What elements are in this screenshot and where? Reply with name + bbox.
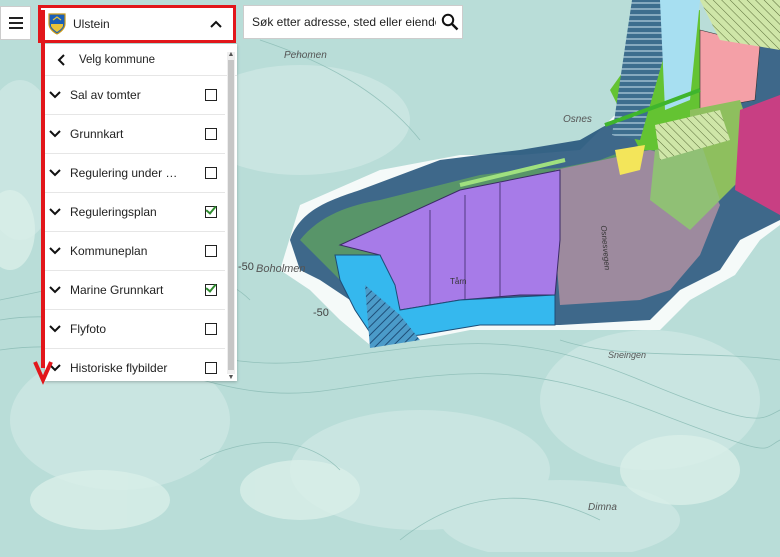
- layer-label: Flyfoto: [70, 322, 107, 336]
- depth-label: -50: [238, 261, 254, 273]
- place-label-osnes: Osnes: [563, 114, 592, 125]
- place-label-pehomen: Pehomen: [284, 50, 327, 61]
- layer-item[interactable]: Grunnkart: [45, 115, 225, 154]
- search-icon[interactable]: [438, 10, 462, 34]
- layer-checkbox[interactable]: [205, 284, 217, 296]
- layer-label: Marine Grunnkart: [70, 283, 164, 297]
- layer-list: Sal av tomter Grunnkart Regulering under ……: [45, 76, 237, 381]
- scrollbar-thumb[interactable]: [228, 60, 234, 370]
- layer-item[interactable]: Flyfoto: [45, 310, 225, 349]
- back-to-municipality[interactable]: Velg kommune: [45, 44, 237, 76]
- layer-checkbox[interactable]: [205, 89, 217, 101]
- layer-label: Kommuneplan: [70, 244, 148, 258]
- red-annotation-arrow: [33, 10, 53, 385]
- scroll-up-icon[interactable]: ▲: [227, 51, 235, 59]
- layer-checkbox[interactable]: [205, 323, 217, 335]
- layer-label: Sal av tomter: [70, 88, 141, 102]
- menu-button[interactable]: [0, 6, 31, 40]
- layer-item[interactable]: Marine Grunnkart: [45, 271, 225, 310]
- place-label-dimna: Dimna: [588, 502, 617, 513]
- chevron-left-icon: [51, 53, 71, 66]
- layer-checkbox[interactable]: [205, 245, 217, 257]
- layer-item[interactable]: Regulering under …: [45, 154, 225, 193]
- hamburger-icon: [8, 17, 23, 29]
- layer-item[interactable]: Historiske flybilder: [45, 349, 225, 381]
- search-bar: [243, 5, 463, 39]
- layer-checkbox[interactable]: [205, 128, 217, 140]
- layer-checkbox[interactable]: [205, 362, 217, 374]
- plan-label-tarn: Tårn: [450, 277, 467, 286]
- layer-panel: Velg kommune Sal av tomter Grunnkart Regul…: [45, 44, 237, 381]
- layer-checkbox[interactable]: [205, 167, 217, 179]
- place-label-boholmen: Boholmen: [256, 263, 306, 275]
- back-label: Velg kommune: [79, 53, 156, 66]
- layer-label: Historiske flybilder: [70, 361, 168, 375]
- depth-label: -50: [313, 307, 329, 319]
- layer-label: Regulering under …: [70, 166, 178, 180]
- municipality-selector[interactable]: Ulstein: [38, 5, 236, 43]
- layer-item[interactable]: Kommuneplan: [45, 232, 225, 271]
- layer-checkbox[interactable]: [205, 206, 217, 218]
- layer-label: Reguleringsplan: [70, 205, 157, 219]
- chevron-up-icon[interactable]: [203, 11, 229, 37]
- layer-item[interactable]: Sal av tomter: [45, 76, 225, 115]
- layer-label: Grunnkart: [70, 127, 124, 141]
- municipality-name: Ulstein: [73, 17, 110, 31]
- search-input[interactable]: [250, 14, 439, 30]
- layer-item[interactable]: Reguleringsplan: [45, 193, 225, 232]
- scrollbar[interactable]: ▲ ▼: [227, 51, 235, 381]
- place-label-sneingen: Sneingen: [608, 350, 647, 360]
- scroll-down-icon[interactable]: ▼: [227, 374, 235, 381]
